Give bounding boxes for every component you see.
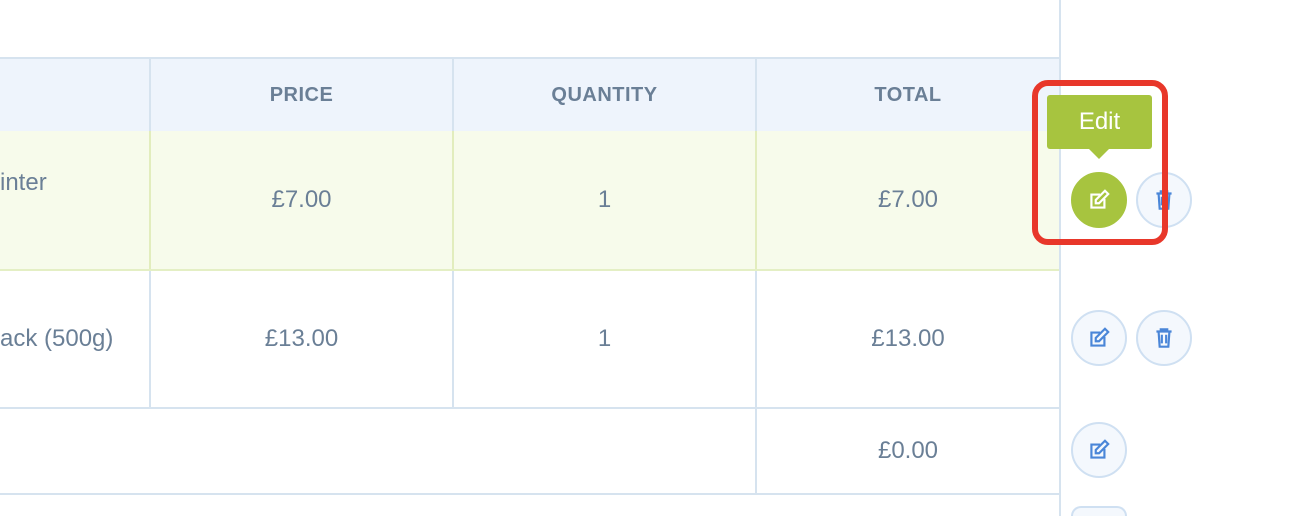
table-row: inter £7.00 1 £7.00 [0, 131, 1061, 271]
edit-button[interactable] [1071, 310, 1127, 366]
price-cell: £7.00 [271, 186, 332, 213]
total-cell: £7.00 [877, 186, 939, 213]
product-name: ack (500g) [0, 325, 114, 352]
table-header-row: PRICE QUANTITY TOTAL [0, 59, 1061, 133]
header-total: TOTAL [874, 83, 942, 106]
highlight-box [1032, 80, 1168, 245]
trash-icon [1156, 328, 1172, 348]
price-cell: £13.00 [264, 325, 339, 352]
edit-button[interactable] [1071, 422, 1127, 478]
header-price: PRICE [269, 83, 334, 106]
total-cell: £13.00 [871, 325, 945, 352]
edit-icon [1090, 439, 1110, 459]
edit-button-partial[interactable] [1071, 506, 1127, 516]
delete-button[interactable] [1136, 310, 1192, 366]
table-row: ack (500g) £13.00 1 £13.00 [0, 271, 1061, 409]
edit-icon [1090, 327, 1110, 347]
header-quantity: QUANTITY [551, 83, 658, 106]
total-cell: £0.00 [877, 437, 939, 464]
quantity-cell: 1 [597, 186, 612, 213]
table-row: £0.00 [0, 409, 1061, 495]
quantity-cell: 1 [597, 325, 612, 352]
table-right-border [1059, 0, 1061, 516]
cart-table: PRICE QUANTITY TOTAL inter £7.00 1 £7.00… [0, 57, 1061, 495]
product-name: inter [0, 169, 47, 196]
